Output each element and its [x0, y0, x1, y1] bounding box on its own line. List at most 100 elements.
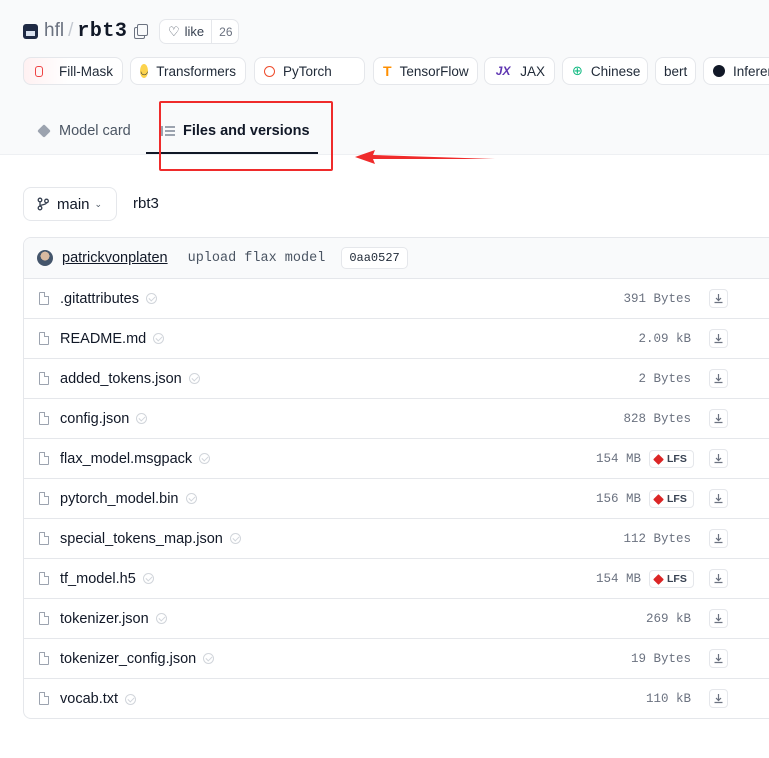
file-name-link[interactable]: .gitattributes: [60, 291, 157, 307]
file-row[interactable]: README.md 2.09 kB: [24, 319, 769, 359]
file-row[interactable]: tf_model.h5 154 MB LFS: [24, 559, 769, 599]
tag-pytorch[interactable]: PyTorch: [254, 57, 365, 85]
file-row[interactable]: config.json 828 Bytes: [24, 399, 769, 439]
file-name-link[interactable]: tokenizer.json: [60, 611, 167, 627]
tag-chinese[interactable]: ⊕ Chinese: [562, 57, 648, 85]
file-row[interactable]: added_tokens.json 2 Bytes: [24, 359, 769, 399]
file-name[interactable]: vocab.txt: [60, 691, 118, 707]
download-icon[interactable]: [709, 529, 728, 548]
download-icon[interactable]: [709, 449, 728, 468]
tag-bert[interactable]: bert: [655, 57, 696, 85]
tab-model-card[interactable]: Model card: [37, 120, 131, 142]
file-icon: [39, 612, 49, 625]
file-row[interactable]: tokenizer_config.json 19 Bytes: [24, 639, 769, 679]
like-label: like: [184, 24, 205, 39]
like-button[interactable]: ♡ like 26: [159, 19, 239, 44]
file-name-link[interactable]: config.json: [60, 411, 148, 427]
annotation-arrow: [355, 150, 495, 164]
file-name-link[interactable]: README.md: [60, 331, 165, 347]
file-size: 154 MB: [595, 571, 641, 586]
copy-icon[interactable]: [134, 24, 149, 39]
tag-label: PyTorch: [283, 63, 332, 79]
commit-author[interactable]: patrickvonplaten: [62, 250, 168, 266]
file-icon: [39, 372, 49, 385]
file-row[interactable]: tokenizer.json 269 kB: [24, 599, 769, 639]
file-name[interactable]: README.md: [60, 331, 146, 347]
download-icon[interactable]: [709, 489, 728, 508]
avatar[interactable]: [37, 250, 53, 266]
file-name-link[interactable]: flax_model.msgpack: [60, 451, 211, 467]
download-icon[interactable]: [709, 329, 728, 348]
file-table: patrickvonplaten upload flax model 0aa05…: [23, 237, 769, 719]
file-name[interactable]: special_tokens_map.json: [60, 531, 223, 547]
file-row[interactable]: .gitattributes 391 Bytes: [24, 279, 769, 319]
repo-name[interactable]: rbt3: [77, 20, 127, 43]
tag-jax[interactable]: JX JAX: [484, 57, 555, 85]
file-icon: [39, 572, 49, 585]
like-count: 26: [219, 24, 233, 39]
branch-icon: [37, 197, 49, 211]
globe-icon: ⊕: [572, 63, 583, 78]
download-icon[interactable]: [709, 409, 728, 428]
safe-check-icon: [185, 493, 197, 504]
file-size: 112 Bytes: [623, 531, 691, 546]
file-name[interactable]: flax_model.msgpack: [60, 451, 192, 467]
file-row[interactable]: flax_model.msgpack 154 MB LFS: [24, 439, 769, 479]
file-name[interactable]: tf_model.h5: [60, 571, 136, 587]
safe-check-icon: [155, 613, 167, 624]
lfs-icon: [653, 573, 664, 585]
org-avatar[interactable]: [23, 23, 38, 39]
lfs-icon: [653, 493, 664, 505]
file-list: .gitattributes 391 Bytes README.md 2.09 kB a…: [24, 279, 769, 718]
tag-transformers[interactable]: ◡ Transformers: [130, 57, 246, 85]
file-size: 19 Bytes: [630, 651, 691, 666]
tag-label: bert: [664, 63, 688, 79]
file-name[interactable]: .gitattributes: [60, 291, 139, 307]
annotation-highlight-box: [159, 101, 333, 171]
heart-icon: ♡: [168, 23, 180, 39]
tag-fill-mask[interactable]: Fill-Mask: [23, 57, 123, 85]
lfs-label: LFS: [667, 573, 687, 585]
file-name[interactable]: pytorch_model.bin: [60, 491, 179, 507]
tag-tensorflow[interactable]: T TensorFlow: [373, 57, 478, 85]
path-breadcrumb[interactable]: rbt3: [133, 195, 159, 212]
commit-hash[interactable]: 0aa0527: [341, 247, 408, 269]
tag-label: Fill-Mask: [59, 63, 113, 79]
tag-inference[interactable]: Inference: [703, 57, 769, 85]
file-name-link[interactable]: vocab.txt: [60, 691, 137, 707]
download-icon[interactable]: [709, 609, 728, 628]
file-name-link[interactable]: tf_model.h5: [60, 571, 154, 587]
download-icon[interactable]: [709, 289, 728, 308]
lfs-badge: LFS: [649, 450, 694, 468]
file-row[interactable]: pytorch_model.bin 156 MB LFS: [24, 479, 769, 519]
file-name-link[interactable]: added_tokens.json: [60, 371, 200, 387]
file-size: 391 Bytes: [623, 291, 691, 306]
download-icon[interactable]: [709, 569, 728, 588]
org-name[interactable]: hfl: [44, 20, 64, 42]
safe-check-icon: [188, 373, 200, 384]
tag-label: Transformers: [156, 63, 236, 79]
tag-label: Inference: [733, 63, 769, 79]
branch-selector[interactable]: main ⌄: [23, 187, 117, 221]
safe-check-icon: [229, 533, 241, 544]
file-icon: [39, 452, 49, 465]
lfs-label: LFS: [667, 493, 687, 505]
file-name[interactable]: config.json: [60, 411, 129, 427]
file-row[interactable]: vocab.txt 110 kB: [24, 679, 769, 718]
file-name-link[interactable]: special_tokens_map.json: [60, 531, 241, 547]
file-name-link[interactable]: tokenizer_config.json: [60, 651, 215, 667]
file-name[interactable]: tokenizer.json: [60, 611, 149, 627]
download-icon[interactable]: [709, 369, 728, 388]
safe-check-icon: [142, 573, 154, 584]
download-icon[interactable]: [709, 689, 728, 708]
commit-message[interactable]: upload flax model: [188, 251, 326, 266]
repo-title: hfl / rbt3: [23, 18, 149, 44]
file-name[interactable]: tokenizer_config.json: [60, 651, 196, 667]
file-row[interactable]: special_tokens_map.json 112 Bytes: [24, 519, 769, 559]
download-icon[interactable]: [709, 649, 728, 668]
branch-label: main: [57, 195, 90, 213]
file-size: 828 Bytes: [623, 411, 691, 426]
file-name[interactable]: added_tokens.json: [60, 371, 182, 387]
file-name-link[interactable]: pytorch_model.bin: [60, 491, 197, 507]
tag-list: Fill-Mask ◡ Transformers PyTorch T Tenso…: [23, 57, 769, 85]
